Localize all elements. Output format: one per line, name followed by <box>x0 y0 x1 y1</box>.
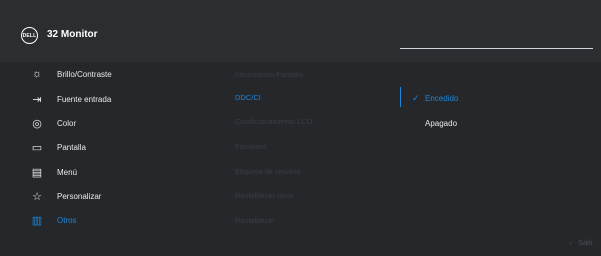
menu-item-pantalla[interactable]: ▭ Pantalla <box>0 137 220 157</box>
brightness-icon: ☼ <box>31 68 43 80</box>
selection-indicator <box>400 87 401 107</box>
display-icon: ▭ <box>31 141 43 154</box>
osd-header: DELL 32 Monitor <box>0 0 601 62</box>
others-icon: ▥ <box>31 214 43 227</box>
menu-item-label: Otros <box>57 215 77 225</box>
main-menu: ☼ Brillo/Contraste ⇥ Fuente entrada ◎ Co… <box>0 62 601 256</box>
menu-item-brillo-contraste[interactable]: ☼ Brillo/Contraste <box>0 64 220 84</box>
header-divider <box>400 48 593 49</box>
star-icon: ☆ <box>32 190 42 203</box>
menu-item-label: Personalizar <box>57 191 102 201</box>
exit-button[interactable]: ‹ Salir <box>569 238 593 247</box>
submenu-item-ddc-ci[interactable]: DDC/CI <box>235 87 395 107</box>
menu-icon: ▤ <box>31 166 43 179</box>
monitor-osd: DELL 32 Monitor ☼ Brillo/Contraste ⇥ Fue… <box>0 0 601 256</box>
menu-item-color[interactable]: ◎ Color <box>0 113 220 133</box>
submenu-item-restablecer-otros[interactable]: Restablecer otros <box>235 185 395 205</box>
option-apagado[interactable]: Apagado <box>412 113 457 133</box>
option-label: Apagado <box>425 118 458 128</box>
chevron-left-icon: ‹ <box>569 238 572 247</box>
page-title: 32 Monitor <box>47 29 98 40</box>
menu-item-otros[interactable]: ▥ Otros <box>0 210 220 230</box>
submenu-item-etiqueta-servicio[interactable]: Etiqueta de servicio <box>235 161 395 181</box>
menu-item-label: Brillo/Contraste <box>57 69 112 79</box>
submenu-item-firmware[interactable]: Firmware <box>235 136 395 156</box>
menu-item-label: Color <box>57 118 77 128</box>
option-encendido[interactable]: ✓ Encedido <box>412 88 458 108</box>
submenu-item-restablecer[interactable]: Restablecer <box>235 210 395 230</box>
check-icon: ✓ <box>412 92 420 103</box>
submenu-item-condicionamiento-lcd[interactable]: Condicionamiento LCD <box>235 111 395 131</box>
dell-logo-text: DELL <box>22 32 37 39</box>
option-label: Encedido <box>425 93 459 103</box>
menu-item-menu[interactable]: ▤ Menú <box>0 162 220 182</box>
input-source-icon: ⇥ <box>32 93 42 106</box>
menu-item-label: Menú <box>57 167 78 177</box>
color-palette-icon: ◎ <box>32 117 42 130</box>
menu-item-label: Fuente entrada <box>57 94 112 104</box>
exit-label: Salir <box>577 238 593 247</box>
menu-item-fuente-entrada[interactable]: ⇥ Fuente entrada <box>0 89 220 109</box>
menu-item-label: Pantalla <box>57 142 86 152</box>
menu-item-personalizar[interactable]: ☆ Personalizar <box>0 186 220 206</box>
submenu-item-informacion-pantalla[interactable]: Información Pantalla <box>235 64 395 84</box>
dell-logo: DELL <box>21 27 38 44</box>
